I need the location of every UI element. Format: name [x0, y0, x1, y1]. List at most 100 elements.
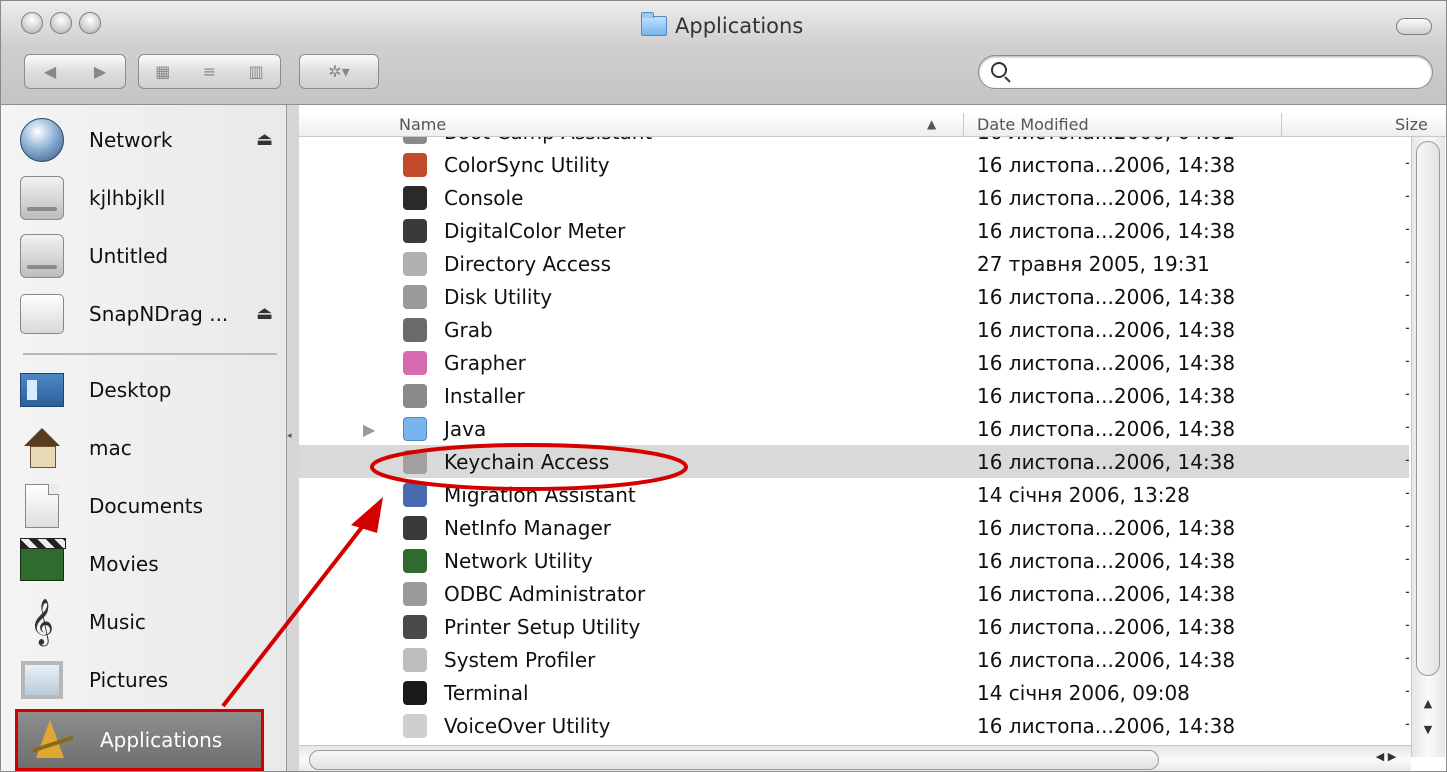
column-header-name[interactable]: Name	[399, 115, 446, 134]
zoom-button[interactable]	[79, 12, 101, 34]
file-row[interactable]: Disk Utility 16 листопа...2006, 14:38 -	[299, 280, 1409, 313]
eject-icon[interactable]: ⏏	[256, 129, 273, 150]
file-size: -	[1405, 582, 1409, 601]
icon-view-button[interactable]: ▦	[155, 62, 170, 81]
scroll-down-arrow[interactable]: ▼	[1416, 723, 1440, 741]
scroll-up-arrow[interactable]: ▲	[1416, 697, 1440, 715]
file-date-modified: 16 листопа...2006, 14:38	[977, 615, 1236, 639]
sidebar-item-label: Pictures	[89, 668, 169, 692]
file-row[interactable]: Terminal 14 січня 2006, 09:08 -	[299, 676, 1409, 709]
disk-image-icon	[19, 291, 65, 337]
column-header-date[interactable]: Date Modified	[977, 115, 1089, 134]
file-size: -	[1405, 450, 1409, 469]
minimize-button[interactable]	[50, 12, 72, 34]
list-view-button[interactable]: ≡	[203, 62, 216, 81]
gear-icon: ✲▾	[328, 62, 350, 81]
sidebar-item-label: mac	[89, 436, 132, 460]
close-button[interactable]	[21, 12, 43, 34]
file-size: -	[1405, 384, 1409, 403]
file-row[interactable]: Keychain Access 16 листопа...2006, 14:38 -	[299, 445, 1409, 478]
file-size: -	[1405, 417, 1409, 436]
back-button[interactable]: ◀	[44, 62, 56, 81]
toolbar-toggle-button[interactable]	[1396, 18, 1432, 35]
column-header-size[interactable]: Size	[1395, 115, 1428, 134]
file-row[interactable]: Grapher 16 листопа...2006, 14:38 -	[299, 346, 1409, 379]
sidebar-item-applications[interactable]: Applications	[15, 709, 264, 771]
file-row[interactable]: Directory Access 27 травня 2005, 19:31 -	[299, 247, 1409, 280]
search-icon	[991, 62, 1007, 78]
file-date-modified: 16 листопа...2006, 14:38	[977, 417, 1236, 441]
sidebar-item-network[interactable]: Network ⏏	[19, 113, 281, 167]
search-field[interactable]	[978, 55, 1433, 89]
horizontal-scroll-arrows[interactable]: ◀ ▶	[1361, 750, 1411, 763]
applications-icon	[30, 717, 76, 763]
sidebar-item-label: Applications	[100, 728, 223, 752]
finder-window: Applications ◀ ▶ ▦ ≡ ▥ ✲▾ Network ⏏ kjlh…	[0, 0, 1447, 772]
file-row[interactable]: ▶ Java 16 листопа...2006, 14:38 -	[299, 412, 1409, 445]
file-row[interactable]: DigitalColor Meter 16 листопа...2006, 14:…	[299, 214, 1409, 247]
file-row[interactable]: NetInfo Manager 16 листопа...2006, 14:38 -	[299, 511, 1409, 544]
folder-icon	[641, 12, 667, 36]
file-date-modified: 27 травня 2005, 19:31	[977, 252, 1210, 276]
sidebar-item-untitled[interactable]: Untitled	[19, 229, 281, 283]
window-toolbar: Applications ◀ ▶ ▦ ≡ ▥ ✲▾	[1, 1, 1446, 105]
vertical-scroll-thumb[interactable]	[1416, 141, 1440, 676]
sidebar-item-music[interactable]: 𝄞 Music	[19, 595, 281, 649]
file-row[interactable]: Grab 16 листопа...2006, 14:38 -	[299, 313, 1409, 346]
sidebar-splitter-handle[interactable]: ◂	[287, 431, 293, 447]
file-row[interactable]: Printer Setup Utility 16 листопа...2006, …	[299, 610, 1409, 643]
file-row[interactable]: Installer 16 листопа...2006, 14:38 -	[299, 379, 1409, 412]
file-date-modified: 16 листопа...2006, 14:38	[977, 186, 1236, 210]
pictures-icon	[19, 657, 65, 703]
file-name: Disk Utility	[444, 285, 553, 309]
file-row[interactable]: ODBC Administrator 16 листопа...2006, 14:…	[299, 577, 1409, 610]
file-row[interactable]: Boot Camp Assistant 16 листопа...2006, 04…	[299, 137, 1409, 148]
sidebar-item-desktop[interactable]: Desktop	[19, 363, 281, 417]
file-date-modified: 16 листопа...2006, 14:38	[977, 450, 1236, 474]
file-row[interactable]: Network Utility 16 листопа...2006, 14:38 -	[299, 544, 1409, 577]
column-divider[interactable]	[1281, 113, 1282, 137]
application-icon	[403, 351, 427, 375]
action-menu-button[interactable]: ✲▾	[299, 54, 379, 89]
disclosure-triangle-icon[interactable]: ▶	[363, 420, 375, 439]
sidebar-item-pictures[interactable]: Pictures	[19, 653, 281, 707]
hard-disk-icon	[19, 175, 65, 221]
eject-icon[interactable]: ⏏	[256, 303, 273, 324]
horizontal-scrollbar[interactable]: ◀ ▶	[299, 745, 1411, 771]
column-view-button[interactable]: ▥	[249, 62, 264, 81]
file-row[interactable]: System Profiler 16 листопа...2006, 14:38 -	[299, 643, 1409, 676]
file-row[interactable]: ColorSync Utility 16 листопа...2006, 14:3…	[299, 148, 1409, 181]
file-name: Directory Access	[444, 252, 612, 276]
application-icon	[403, 252, 427, 276]
file-row[interactable]: Console 16 листопа...2006, 14:38 -	[299, 181, 1409, 214]
file-date-modified: 14 січня 2006, 13:28	[977, 483, 1190, 507]
file-list: Boot Camp Assistant 16 листопа...2006, 04…	[299, 137, 1409, 741]
column-divider[interactable]	[963, 113, 964, 137]
window-title-text: Applications	[675, 14, 804, 38]
sidebar-item-label: Desktop	[89, 378, 172, 402]
application-icon	[403, 186, 427, 210]
file-size: -	[1405, 285, 1409, 304]
file-name: Console	[444, 186, 524, 210]
file-name: Installer	[444, 384, 525, 408]
file-name: Java	[444, 417, 487, 441]
sidebar-item-kjlhbjkll[interactable]: kjlhbjkll	[19, 171, 281, 225]
application-icon	[403, 450, 427, 474]
file-date-modified: 16 листопа...2006, 14:38	[977, 516, 1236, 540]
vertical-scrollbar[interactable]: ▲ ▼	[1411, 137, 1445, 757]
file-date-modified: 16 листопа...2006, 14:38	[977, 549, 1236, 573]
file-size: -	[1405, 137, 1409, 139]
forward-button[interactable]: ▶	[94, 62, 106, 81]
sidebar-item-snapndrag[interactable]: SnapNDrag ... ⏏	[19, 287, 281, 341]
sidebar-item-movies[interactable]: Movies	[19, 537, 281, 591]
documents-icon	[19, 483, 65, 529]
file-row[interactable]: Migration Assistant 14 січня 2006, 13:28 -	[299, 478, 1409, 511]
horizontal-scroll-thumb[interactable]	[309, 750, 1159, 770]
sort-ascending-icon: ▲	[927, 117, 937, 131]
file-date-modified: 16 листопа...2006, 14:38	[977, 351, 1236, 375]
file-size: -	[1405, 351, 1409, 370]
sidebar-item-documents[interactable]: Documents	[19, 479, 281, 533]
sidebar-item-home[interactable]: mac	[19, 421, 281, 475]
music-icon: 𝄞	[30, 599, 54, 645]
file-row[interactable]: VoiceOver Utility 16 листопа...2006, 14:3…	[299, 709, 1409, 741]
